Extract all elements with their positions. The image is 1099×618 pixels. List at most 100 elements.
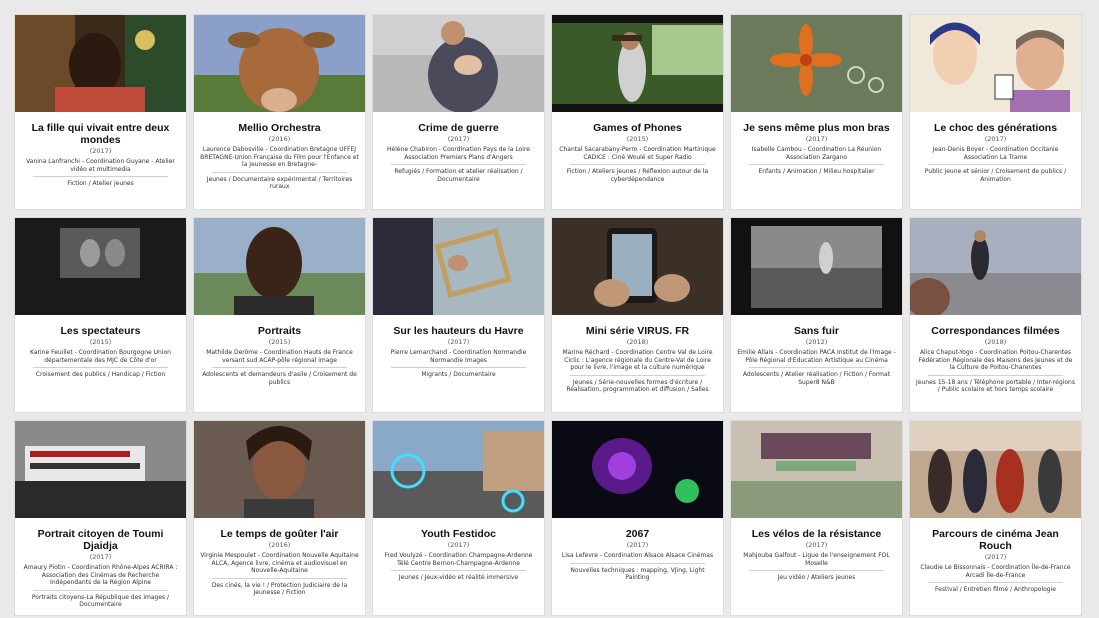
film-credits: Karine Feuillet - Coordination Bourgogne… [30,349,171,364]
film-title[interactable]: Sans fuir [737,325,896,337]
film-tags: Nouvelles techniques : mapping, VJing, L… [570,566,705,582]
film-credits: Alice Chaput-Yogo - Coordination Poitou-… [918,349,1073,371]
film-grid: La fille qui vivait entre deux mondes (2… [14,14,1082,616]
film-thumbnail[interactable] [910,421,1081,518]
film-card[interactable]: Correspondances filmées (2018) Alice Cha… [909,217,1082,413]
film-credits: Chantal Sacarabany-Perro - Coordination … [559,146,716,161]
separator [33,589,168,591]
film-credits: Jean-Denis Boyer - Coordination Occitani… [932,146,1059,161]
film-title[interactable]: Games of Phones [558,122,717,134]
film-thumbnail[interactable] [15,421,186,518]
film-year: (2017) [89,147,112,155]
film-year: (2015) [89,338,112,346]
film-thumbnail[interactable] [552,218,723,315]
film-credits: Isabelle Cambou - Coordination La Réunio… [751,146,882,161]
film-card[interactable]: Youth Festidoc (2017) Fred Voulyzé - Coo… [372,420,545,616]
film-title[interactable]: Youth Festidoc [379,528,538,540]
film-thumbnail[interactable] [373,218,544,315]
film-thumbnail[interactable] [731,421,902,518]
film-card[interactable]: Les spectateurs (2015) Karine Feuillet -… [14,217,187,413]
film-title[interactable]: 2067 [558,528,717,540]
film-tags: Croisement des publics / Handicap / Fict… [35,371,166,378]
film-title[interactable]: La fille qui vivait entre deux mondes [21,122,180,146]
film-card[interactable]: Le temps de goûter l'air (2016) Virginie… [193,420,366,616]
film-card[interactable]: Sans fuir (2012) Emilie Allais - Coordin… [730,217,903,413]
film-card[interactable]: Games of Phones (2015) Chantal Sacaraban… [551,14,724,210]
film-thumbnail[interactable] [194,218,365,315]
film-tags: Enfants / Animation / Milieu hospitalier [758,168,875,175]
film-title[interactable]: Crime de guerre [379,122,538,134]
film-card[interactable]: Mini série VIRUS. FR (2018) Marine Récha… [551,217,724,413]
film-tags: Jeunes / Série-nouvelles formes d'écritu… [566,378,709,394]
film-title[interactable]: Parcours de cinéma Jean Rouch [916,528,1075,552]
separator [928,582,1063,583]
film-thumbnail[interactable] [194,15,365,112]
film-tags: Jeu vidéo / Ateliers jeunes [777,574,856,581]
film-card[interactable]: Mellio Orchestra (2016) Laurence Dabosvi… [193,14,366,210]
film-title[interactable]: Le choc des générations [916,122,1075,134]
film-title[interactable]: Portraits [200,325,359,337]
separator [212,171,347,173]
film-tags: Jeunes / Documentaire expérimental / Ter… [206,175,353,191]
film-year: (2018) [626,338,649,346]
film-card[interactable]: Portraits (2015) Mathilde Derôme - Coord… [193,217,366,413]
film-year: (2015) [626,135,649,143]
film-card[interactable]: Le choc des générations (2017) Jean-Deni… [909,14,1082,210]
film-credits: Emilie Allais - Coordination PACA Instit… [737,349,896,364]
film-year: (2017) [984,135,1007,143]
film-credits: Fred Voulyzé - Coordination Champagne-Ar… [384,552,533,567]
film-credits: Lisa Lefevre - Coordination Alsace Alsac… [561,552,714,559]
film-tags: Fiction / Ateliers jeunes / Réflexion au… [566,168,709,183]
film-year: (2017) [984,553,1007,561]
separator [33,176,168,177]
film-thumbnail[interactable] [373,15,544,112]
separator [749,570,884,571]
film-card[interactable]: Parcours de cinéma Jean Rouch (2017) Cla… [909,420,1082,616]
film-tags: Des cinés, la vie ! / Protection Judicia… [211,581,348,597]
film-title[interactable]: Portrait citoyen de Toumi Djaidja [21,528,180,552]
film-thumbnail[interactable] [731,218,902,315]
film-tags: Fiction / Atelier jeunes [67,180,134,187]
film-thumbnail[interactable] [731,15,902,112]
film-card[interactable]: Je sens même plus mon bras (2017) Isabel… [730,14,903,210]
film-thumbnail[interactable] [910,218,1081,315]
film-credits: Amaury Piotin - Coordination Rhône-Alpes… [23,564,178,586]
film-card[interactable]: La fille qui vivait entre deux mondes (2… [14,14,187,210]
film-title[interactable]: Mellio Orchestra [200,122,359,134]
film-thumbnail[interactable] [15,218,186,315]
film-thumbnail[interactable] [910,15,1081,112]
film-tags: Public jeune et sénior / Croisement de p… [924,168,1067,183]
film-title[interactable]: Les spectateurs [21,325,180,337]
film-year: (2016) [268,135,291,143]
film-card[interactable]: 2067 (2017) Lisa Lefevre - Coordination … [551,420,724,616]
film-thumbnail[interactable] [552,421,723,518]
separator [570,562,705,564]
film-year: (2015) [268,338,291,346]
film-credits: Hélène Chabiron - Coordination Pays de l… [386,146,530,161]
film-thumbnail[interactable] [15,15,186,112]
film-title[interactable]: Correspondances filmées [916,325,1075,337]
separator [212,367,347,368]
film-tags: Adolescents / Atelier réalisation / Fict… [742,371,891,386]
film-card[interactable]: Crime de guerre (2017) Hélène Chabiron -… [372,14,545,210]
film-title[interactable]: Je sens même plus mon bras [737,122,896,134]
film-year: (2017) [805,135,828,143]
film-title[interactable]: Les vélos de la résistance [737,528,896,540]
film-thumbnail[interactable] [552,15,723,112]
film-thumbnail[interactable] [373,421,544,518]
film-year: (2017) [89,553,112,561]
film-credits: Virginie Mespoulet - Coordination Nouvel… [200,552,359,574]
film-credits: Vanina Lanfranchi - Coordination Guyane … [26,158,175,173]
film-card[interactable]: Les vélos de la résistance (2017) Mahjou… [730,420,903,616]
film-title[interactable]: Mini série VIRUS. FR [558,325,717,337]
film-card[interactable]: Sur les hauteurs du Havre (2017) Pierre … [372,217,545,413]
film-year: (2016) [268,541,291,549]
film-card[interactable]: Portrait citoyen de Toumi Djaidja (2017)… [14,420,187,616]
film-tags: Festival / Entretien filmé / Anthropolog… [935,586,1056,593]
film-thumbnail[interactable] [194,421,365,518]
separator [749,367,884,368]
film-year: (2018) [984,338,1007,346]
film-title[interactable]: Le temps de goûter l'air [200,528,359,540]
film-title[interactable]: Sur les hauteurs du Havre [379,325,538,337]
separator [391,164,526,165]
